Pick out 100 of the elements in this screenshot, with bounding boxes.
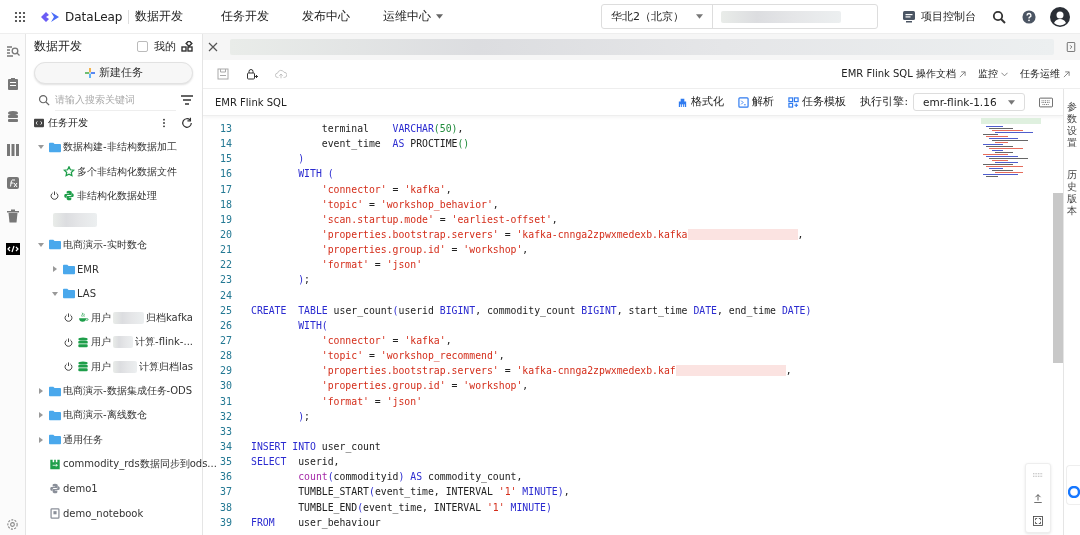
console-link[interactable]: 项目控制台 — [902, 9, 976, 24]
code-line: 'properties.group.id' = 'workshop', — [320, 244, 529, 256]
toolbar-link[interactable]: 监控 — [978, 67, 1008, 81]
tree-item-label[interactable]: 电商演示-数据集成任务-ODS — [63, 384, 193, 399]
redacted-item — [53, 213, 97, 228]
search-list-icon[interactable] — [5, 44, 20, 58]
line-number: 31 — [218, 395, 232, 407]
tree-item-label[interactable]: 用户 — [91, 359, 111, 374]
tree-item-label[interactable]: 计算归档las — [138, 359, 193, 374]
side-panel-tab[interactable]: 历史版本 — [1067, 169, 1077, 217]
tree-item-label[interactable]: demo1 — [63, 483, 98, 495]
tree-item-label[interactable]: 用户 — [91, 310, 111, 325]
line-number: 27 — [218, 335, 232, 347]
tree-item-label[interactable]: 归档kafka — [146, 310, 193, 325]
expanded-caret-icon[interactable] — [51, 290, 58, 297]
settings-icon[interactable] — [6, 518, 19, 531]
clipboard-icon[interactable] — [5, 77, 20, 91]
expanded-caret-icon[interactable] — [37, 144, 44, 151]
trash-icon[interactable] — [5, 209, 20, 223]
editor-tool-button[interactable]: 解析 — [738, 95, 775, 109]
expanded-caret-icon[interactable] — [37, 241, 44, 248]
monitor-icon — [902, 9, 916, 24]
editor-tool-button[interactable]: 任务模板 — [788, 95, 847, 109]
columns-icon[interactable] — [5, 143, 20, 157]
avatar-icon[interactable] — [1050, 6, 1070, 27]
folder-icon — [49, 141, 61, 153]
collapsed-caret-icon[interactable] — [51, 266, 58, 273]
caret-icon — [1008, 99, 1015, 105]
tree-item-label[interactable]: 非结构化数据处理 — [77, 188, 157, 203]
sync-icon — [49, 458, 61, 470]
editor-tool-button[interactable]: 格式化 — [677, 95, 725, 109]
line-number: 30 — [218, 380, 232, 392]
tree-item-label[interactable]: EMR — [77, 263, 99, 275]
code-line: 'format' = 'json' — [320, 395, 423, 407]
tree-item-label[interactable]: 计算-flink-... — [135, 335, 193, 350]
tree-item-label[interactable]: 用户 — [91, 335, 111, 350]
engine-label: 执行引擎: — [860, 95, 908, 109]
save-icon[interactable] — [217, 68, 229, 80]
tree-item-label[interactable]: 多个非结构化数据文件 — [77, 164, 177, 179]
chevron-down-icon — [1001, 70, 1008, 78]
brand-name: DataLeap — [65, 9, 123, 24]
terminal-icon — [738, 96, 750, 108]
code-icon[interactable] — [5, 242, 20, 256]
search-icon[interactable] — [992, 9, 1006, 24]
tree-root-label[interactable]: 任务开发 — [48, 116, 88, 130]
upload-icon[interactable] — [1033, 493, 1043, 503]
filter-icon[interactable] — [181, 94, 193, 106]
tree-item-label[interactable]: LAS — [77, 288, 96, 300]
tree-item-label[interactable]: 电商演示-实时数仓 — [63, 237, 147, 252]
assistant-icon — [1068, 486, 1080, 498]
external-link-icon — [1063, 70, 1070, 78]
tree-item-label[interactable]: 通用任务 — [63, 432, 103, 447]
refresh-icon[interactable] — [181, 117, 193, 129]
code-line: SELECT userid, — [251, 456, 340, 468]
drag-handle-icon[interactable] — [1033, 470, 1043, 480]
tree-item-label[interactable]: demo_notebook — [63, 507, 144, 519]
search-icon — [38, 94, 50, 106]
line-number: 39 — [218, 516, 232, 528]
tree-item-label[interactable]: 数据构建-非结构数据加工 — [63, 140, 177, 155]
engine-select[interactable]: emr-flink-1.16 — [913, 93, 1025, 111]
folder-icon — [63, 288, 75, 300]
tree-item-label[interactable]: 电商演示-离线数仓 — [63, 408, 147, 423]
panel-toggle-icon[interactable] — [1066, 42, 1076, 52]
nav-link[interactable]: 运维中心 — [383, 9, 444, 24]
fullscreen-icon[interactable] — [1033, 516, 1043, 526]
collapsed-caret-icon[interactable] — [37, 412, 44, 419]
nav-link[interactable]: 发布中心 — [302, 9, 351, 24]
search-field[interactable]: 请输入搜索关键词 — [55, 89, 176, 111]
side-panel-tab[interactable]: 参数设置 — [1067, 101, 1077, 149]
help-icon[interactable] — [1022, 9, 1036, 24]
line-number: 38 — [218, 501, 232, 513]
keyboard-icon[interactable] — [1039, 96, 1053, 108]
scrollbar-thumb[interactable] — [1053, 193, 1063, 363]
code-line: 'scan.startup.mode' = 'earliest-offset', — [320, 213, 558, 225]
close-icon[interactable] — [208, 42, 218, 52]
line-number: 34 — [218, 441, 232, 452]
line-number: 22 — [218, 259, 232, 271]
redacted-text — [113, 360, 137, 373]
code-line: FROM user_behaviour — [251, 516, 381, 528]
tree-item-label[interactable]: commodity_rds数据同步到ods... — [63, 457, 217, 472]
collapsed-caret-icon[interactable] — [37, 388, 44, 395]
plus-icon — [84, 68, 95, 78]
new-task-button[interactable]: 新建任务 — [34, 62, 193, 84]
toolbar-link[interactable]: 任务运维 — [1020, 67, 1070, 81]
collapsed-caret-icon[interactable] — [37, 436, 44, 443]
line-number: 21 — [218, 244, 232, 256]
mine-checkbox[interactable]: 我的 — [137, 39, 176, 54]
apps-grid-icon[interactable] — [14, 10, 26, 23]
code-line: 'format' = 'json' — [320, 259, 423, 271]
lock-icon[interactable] — [246, 68, 258, 80]
assistant-widget[interactable] — [1066, 465, 1080, 505]
database-icon[interactable] — [5, 110, 20, 124]
logo-icon — [40, 9, 60, 24]
toolbar-link[interactable]: EMR Flink SQL 操作文档 — [841, 67, 966, 81]
nav-link[interactable]: 任务开发 — [221, 9, 270, 24]
layout-icon[interactable] — [181, 40, 193, 53]
function-icon[interactable] — [5, 176, 20, 190]
line-number: 36 — [218, 471, 232, 483]
code-line: TUMBLE_START(event_time, INTERVAL '1' MINUTE), — [297, 486, 570, 498]
code-line: 'topic' = 'workshop_behavior', — [320, 198, 499, 210]
